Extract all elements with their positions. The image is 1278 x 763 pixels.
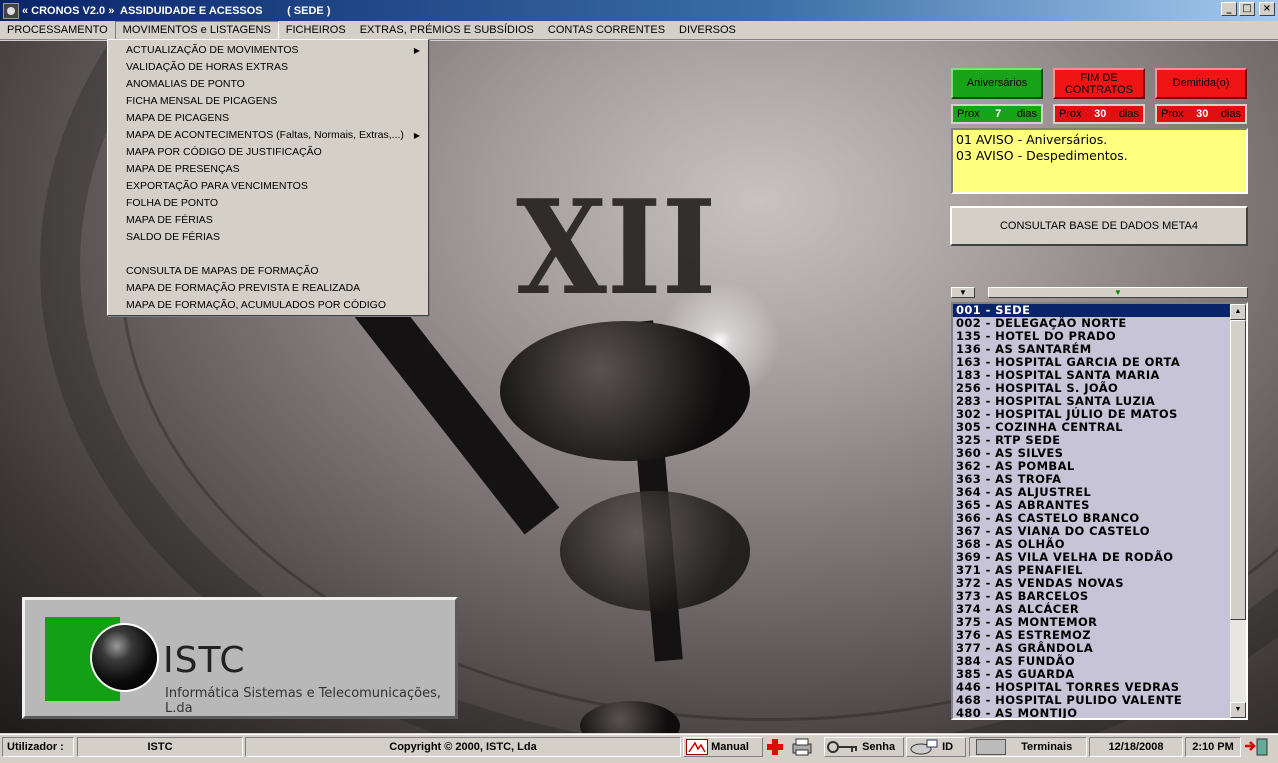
contracts-counter: Prox 30 dias <box>1053 104 1145 124</box>
scroll-up-button[interactable]: ▲ <box>1230 304 1246 320</box>
minimize-button[interactable]: _ <box>1221 2 1237 16</box>
submenu-arrow-icon: ▶ <box>413 46 420 55</box>
menu-item-mapa-acontecimentos[interactable]: MAPA DE ACONTECIMENTOS (Faltas, Normais,… <box>108 127 428 144</box>
menu-extras-premios-subsidios[interactable]: EXTRAS, PRÉMIOS E SUBSÍDIOS <box>353 21 541 40</box>
user-label: Utilizador : <box>2 737 74 757</box>
clock-base <box>560 491 750 611</box>
window-title: « CRONOS V2.0 » ASSIDUIDADE E ACESSOS ( … <box>22 4 331 17</box>
exit-door-icon[interactable] <box>1243 737 1275 757</box>
terminals-label: Terminais <box>1021 741 1073 753</box>
close-button[interactable]: × <box>1259 2 1275 16</box>
menu-item-mapa-codigo-justificacao[interactable]: MAPA POR CÓDIGO DE JUSTIFICAÇÃO <box>108 144 428 161</box>
birthdays-button[interactable]: Aniversários <box>951 68 1043 99</box>
menu-movimentos-listagens[interactable]: MOVIMENTOS e LISTAGENS <box>114 20 279 40</box>
manual-button[interactable]: Manual <box>683 737 763 757</box>
prox-label: Prox <box>1059 108 1082 120</box>
dias-label: dias <box>1016 108 1037 120</box>
dismissed-days: 30 <box>1196 108 1209 120</box>
dias-label: dias <box>1220 108 1241 120</box>
menu-item-saldo-ferias[interactable]: SALDO DE FÉRIAS <box>108 229 428 246</box>
menu-processamento[interactable]: PROCESSAMENTO <box>0 21 115 40</box>
logo-sphere-icon <box>92 625 157 690</box>
clock-hub <box>500 321 750 461</box>
copyright-text: Copyright © 2000, ISTC, Lda <box>245 737 681 757</box>
clock-numeral-xii: XII <box>516 171 717 324</box>
dismissed-counter: Prox 30 dias <box>1155 104 1247 124</box>
menu-bar: PROCESSAMENTO MOVIMENTOS e LISTAGENS FIC… <box>0 20 1278 40</box>
maximize-button[interactable]: □ <box>1239 2 1255 16</box>
company-logo-panel: ISTC Informática Sistemas e Telecomunica… <box>22 597 458 719</box>
birthdays-counter: Prox 7 dias <box>951 104 1043 124</box>
list-item[interactable]: 480 - AS MONTIJO <box>953 707 1230 719</box>
menu-item-exportacao-vencimentos[interactable]: EXPORTAÇÃO PARA VENCIMENTOS <box>108 178 428 195</box>
app-icon[interactable] <box>3 2 19 19</box>
small-combo-dropdown[interactable]: ▼ <box>951 287 975 298</box>
site-combo-dropdown[interactable]: ▼ <box>988 287 1248 298</box>
notice-line: 03 AVISO - Despedimentos. <box>956 148 1128 163</box>
chevron-down-icon: ▼ <box>1114 288 1122 297</box>
menu-separator <box>108 246 428 263</box>
prox-label: Prox <box>1161 108 1184 120</box>
id-button[interactable]: ID <box>906 737 966 757</box>
menu-item-actualizacao-movimentos[interactable]: ACTUALIZAÇÃO DE MOVIMENTOS ▶ <box>108 42 428 59</box>
menu-item-validacao-horas-extras[interactable]: VALIDAÇÃO DE HORAS EXTRAS <box>108 59 428 76</box>
terminal-icon <box>976 739 1006 756</box>
dias-label: dias <box>1118 108 1139 120</box>
time-display: 2:10 PM <box>1185 737 1241 757</box>
scroll-thumb[interactable] <box>1230 320 1246 620</box>
consult-meta4-button[interactable]: CONSULTAR BASE DE DADOS META4 <box>950 206 1248 246</box>
key-icon <box>827 740 859 754</box>
notice-line: 01 AVISO - Aniversários. <box>956 132 1108 147</box>
menu-item-consulta-mapas-formacao[interactable]: CONSULTA DE MAPAS DE FORMAÇÃO <box>108 263 428 280</box>
movimentos-dropdown: ACTUALIZAÇÃO DE MOVIMENTOS ▶ VALIDAÇÃO D… <box>107 39 429 316</box>
manual-label: Manual <box>711 741 749 753</box>
menu-item-mapa-ferias[interactable]: MAPA DE FÉRIAS <box>108 212 428 229</box>
list-scrollbar[interactable]: ▲ ▼ <box>1230 304 1246 718</box>
contracts-end-button[interactable]: FIM DE CONTRATOS <box>1053 68 1145 99</box>
site-list-items: 001 - SEDE 002 - DELEGAÇÃO NORTE 135 - H… <box>953 304 1230 719</box>
dismissed-button[interactable]: Demitida(o) <box>1155 68 1247 99</box>
printer-icon[interactable] <box>790 737 820 757</box>
red-cross-icon[interactable] <box>765 737 787 757</box>
contracts-days: 30 <box>1094 108 1107 120</box>
terminals-button[interactable]: Terminais <box>969 737 1087 757</box>
site-listbox[interactable]: 001 - SEDE 002 - DELEGAÇÃO NORTE 135 - H… <box>951 302 1248 720</box>
menu-item-anomalias-ponto[interactable]: ANOMALIAS DE PONTO <box>108 76 428 93</box>
notice-box[interactable]: 01 AVISO - Aniversários. 03 AVISO - Desp… <box>951 128 1248 194</box>
scroll-down-button[interactable]: ▼ <box>1230 702 1246 718</box>
user-value: ISTC <box>77 737 243 757</box>
contracts-end-label-1: FIM DE <box>1080 72 1118 84</box>
logo-subtitle: Informática Sistemas e Telecomunicações,… <box>165 686 442 716</box>
password-button[interactable]: Senha <box>824 737 904 757</box>
title-bar: « CRONOS V2.0 » ASSIDUIDADE E ACESSOS ( … <box>0 0 1278 21</box>
password-label: Senha <box>862 741 896 753</box>
submenu-arrow-icon: ▶ <box>413 131 420 140</box>
menu-item-ficha-mensal-picagens[interactable]: FICHA MENSAL DE PICAGENS <box>108 93 428 110</box>
id-card-icon <box>909 739 939 755</box>
menu-item-folha-ponto[interactable]: FOLHA DE PONTO <box>108 195 428 212</box>
date-display: 12/18/2008 <box>1089 737 1183 757</box>
contracts-end-label-2: CONTRATOS <box>1064 84 1134 96</box>
id-label: ID <box>942 741 954 753</box>
menu-item-mapa-formacao-prevista[interactable]: MAPA DE FORMAÇÃO PREVISTA E REALIZADA <box>108 280 428 297</box>
menu-item-mapa-formacao-acumulados[interactable]: MAPA DE FORMAÇÃO, ACUMULADOS POR CÓDIGO <box>108 297 428 314</box>
menu-diversos[interactable]: DIVERSOS <box>672 21 743 40</box>
logo-brand: ISTC <box>163 640 246 681</box>
prox-label: Prox <box>957 108 980 120</box>
window-controls: _ □ × <box>1221 2 1275 16</box>
menu-ficheiros[interactable]: FICHEIROS <box>279 21 353 40</box>
menu-item-mapa-picagens[interactable]: MAPA DE PICAGENS <box>108 110 428 127</box>
menu-contas-correntes[interactable]: CONTAS CORRENTES <box>541 21 672 40</box>
status-bar: Utilizador : ISTC Copyright © 2000, ISTC… <box>0 734 1278 759</box>
menu-item-mapa-presencas[interactable]: MAPA DE PRESENÇAS <box>108 161 428 178</box>
chevron-down-icon: ▼ <box>959 288 967 297</box>
birthdays-days: 7 <box>995 108 1002 120</box>
pdf-manual-icon <box>686 739 708 756</box>
